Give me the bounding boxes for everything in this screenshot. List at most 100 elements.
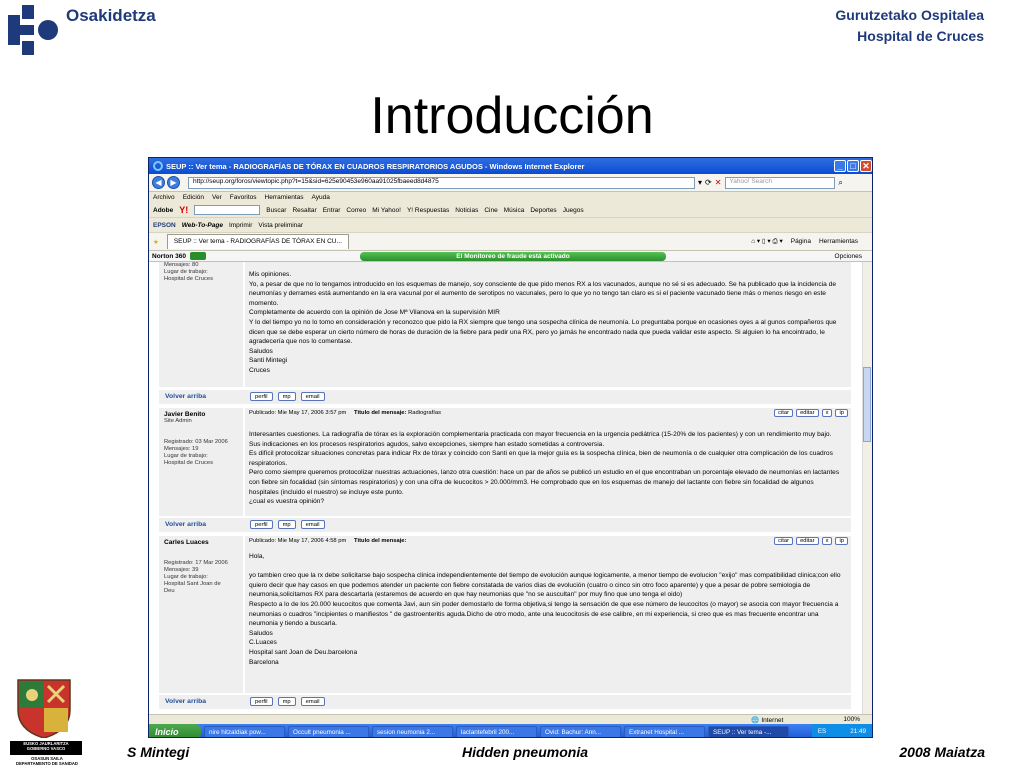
juegos-button[interactable]: Juegos [563,207,584,214]
profile-button[interactable]: perfil [250,520,273,529]
taskbar-item-active[interactable]: SEUP :: Ver tema -... [708,725,789,737]
taskbar-item[interactable]: Extranet Hospital ... [624,725,705,737]
post-actions: citar editar x ip [771,537,848,545]
favorites-star-icon[interactable]: ★ [153,238,159,246]
pm-button[interactable]: mp [277,697,296,706]
norton-label[interactable]: Norton 360 [152,253,186,260]
noticias-button[interactable]: Noticias [455,207,478,214]
herramientas-menu[interactable]: Herramientas [819,238,858,245]
author-meta: Site Admin [164,418,192,424]
back-to-top-link[interactable]: Volver arriba [165,698,206,705]
quote-button[interactable]: citar [774,537,794,545]
mi-yahoo-button[interactable]: Mi Yahoo! [372,207,401,214]
yahoo-search-input[interactable] [194,205,261,215]
vertical-scrollbar[interactable] [862,262,872,714]
profile-button[interactable]: perfil [250,697,273,706]
footer-topic: Hidden pneumonia [462,744,588,760]
norton-message[interactable]: El Monitoreo de fraude está activado [360,252,666,261]
musica-button[interactable]: Música [504,207,525,214]
menu-ayuda[interactable]: Ayuda [312,194,330,201]
cine-button[interactable]: Cine [484,207,497,214]
taskbar-item[interactable]: Occult pneumonia ... [288,725,369,737]
search-icon[interactable]: ⌕ [838,177,842,189]
menu-edicion[interactable]: Edición [183,194,204,201]
internet-zone: 🌐 Internet [751,716,784,724]
vista-preliminar-button[interactable]: Vista preliminar [258,222,303,229]
edit-button[interactable]: editar [796,537,819,545]
email-button[interactable]: email [300,697,325,706]
author-meta: Registrado: 17 Mar 2006 [164,560,228,566]
norton-safe-icon[interactable] [189,252,206,260]
epson-logo: EPSON [153,221,176,229]
close-icon[interactable]: ✕ [860,160,872,172]
author-name[interactable]: Javier Benito [164,411,243,418]
author-meta: Lugar de trabajo: [164,269,208,275]
scrollbar-thumb[interactable] [863,367,871,442]
minimize-icon[interactable]: _ [834,160,846,172]
taskbar-item[interactable]: lactantefebril 200... [456,725,537,737]
adobe-button[interactable]: Adobe [153,207,173,214]
author-name[interactable]: Carles Luaces [164,539,243,546]
quote-button[interactable]: citar [774,409,794,417]
forum-post: Mensajes: 80 Lugar de trabajo: Hospital … [159,262,851,387]
web-to-page-button[interactable]: Web-To-Page [182,222,223,229]
menu-ver[interactable]: Ver [212,194,222,201]
delete-button[interactable]: x [821,537,833,545]
resaltar-button[interactable]: Resaltar [292,207,316,214]
home-icon[interactable]: ⌂ ▾ ▯ ▾ ⎙ ▾ [751,237,791,246]
email-button[interactable]: email [300,392,325,401]
stop-icon[interactable]: ✕ [715,177,722,189]
footer-date: 2008 Maiatza [899,744,985,760]
taskbar-item[interactable]: nire hitzaldiak pow... [204,725,285,737]
status-bar: 🌐 Internet 100% [149,714,872,724]
forward-icon[interactable]: ▶ [167,176,180,189]
zoom-level[interactable]: 100% [843,716,860,723]
language-indicator[interactable]: ES [818,728,826,735]
back-to-top-link[interactable]: Volver arriba [165,521,206,528]
norton-options[interactable]: Opciones [835,253,872,260]
taskbar: Inicio nire hitzaldiak pow... Occult pne… [149,724,872,737]
deportes-button[interactable]: Deportes [530,207,556,214]
back-to-top-link[interactable]: Volver arriba [165,393,206,400]
email-button[interactable]: email [300,520,325,529]
respuestas-button[interactable]: Y! Respuestas [407,207,449,214]
menu-favoritos[interactable]: Favoritos [230,194,257,201]
author-meta: Mensajes: 39 [164,567,199,573]
forum-post: Carles Luaces Registrado: 17 Mar 2006 Me… [159,536,851,693]
ip-button[interactable]: ip [835,537,848,545]
profile-button[interactable]: perfil [250,392,273,401]
post-date: Publicado: Mie May 17, 2006 4:58 pm [249,538,347,544]
maximize-icon[interactable]: □ [847,160,859,172]
search-input[interactable]: Yahoo! Search [725,176,836,189]
menu-archivo[interactable]: Archivo [153,194,175,201]
imprimir-button[interactable]: Imprimir [229,222,252,229]
crest-line-2: GOBIERNO VASCO [26,745,66,751]
menu-herramientas[interactable]: Herramientas [265,194,304,201]
ip-button[interactable]: ip [835,409,848,417]
author-meta: Lugar de trabajo: [164,574,208,580]
clock: 21:49 [850,728,866,735]
department-label: OSASUN SAILA DEPARTAMENTO DE SANIDAD [6,756,88,766]
back-icon[interactable]: ◀ [152,176,165,189]
dropdown-icon[interactable]: ▾ [698,177,702,189]
delete-button[interactable]: x [821,409,833,417]
yahoo-logo[interactable]: Y! [179,205,188,215]
post-text: Interesantes cuestiones. La radiografía … [249,431,840,506]
post-body: Publicado: Mie May 17, 2006 4:58 pm Títu… [245,536,851,693]
start-button[interactable]: Inicio [149,724,201,737]
post-author-panel: Javier Benito Site Admin Registrado: 03 … [159,408,243,516]
taskbar-item[interactable]: sesion neumonia 2... [372,725,453,737]
entrar-button[interactable]: Entrar [323,207,341,214]
edit-button[interactable]: editar [796,409,819,417]
pm-button[interactable]: mp [277,520,296,529]
address-input[interactable]: http://seup.org/foros/viewtopic.php?t=15… [188,176,695,189]
tab-seup[interactable]: SEUP :: Ver tema - RADIOGRAFÍAS DE TÓRAX… [166,234,349,249]
post-author-panel: Mensajes: 80 Lugar de trabajo: Hospital … [159,262,243,387]
refresh-icon[interactable]: ⟳ [705,177,712,189]
taskbar-item[interactable]: Ovid: Bachur: Ann... [540,725,621,737]
pagina-menu[interactable]: Página [791,238,811,245]
correo-button[interactable]: Correo [346,207,366,214]
pm-button[interactable]: mp [277,392,296,401]
buscar-button[interactable]: Buscar [266,207,286,214]
osakidetza-logo-icon [8,5,58,55]
